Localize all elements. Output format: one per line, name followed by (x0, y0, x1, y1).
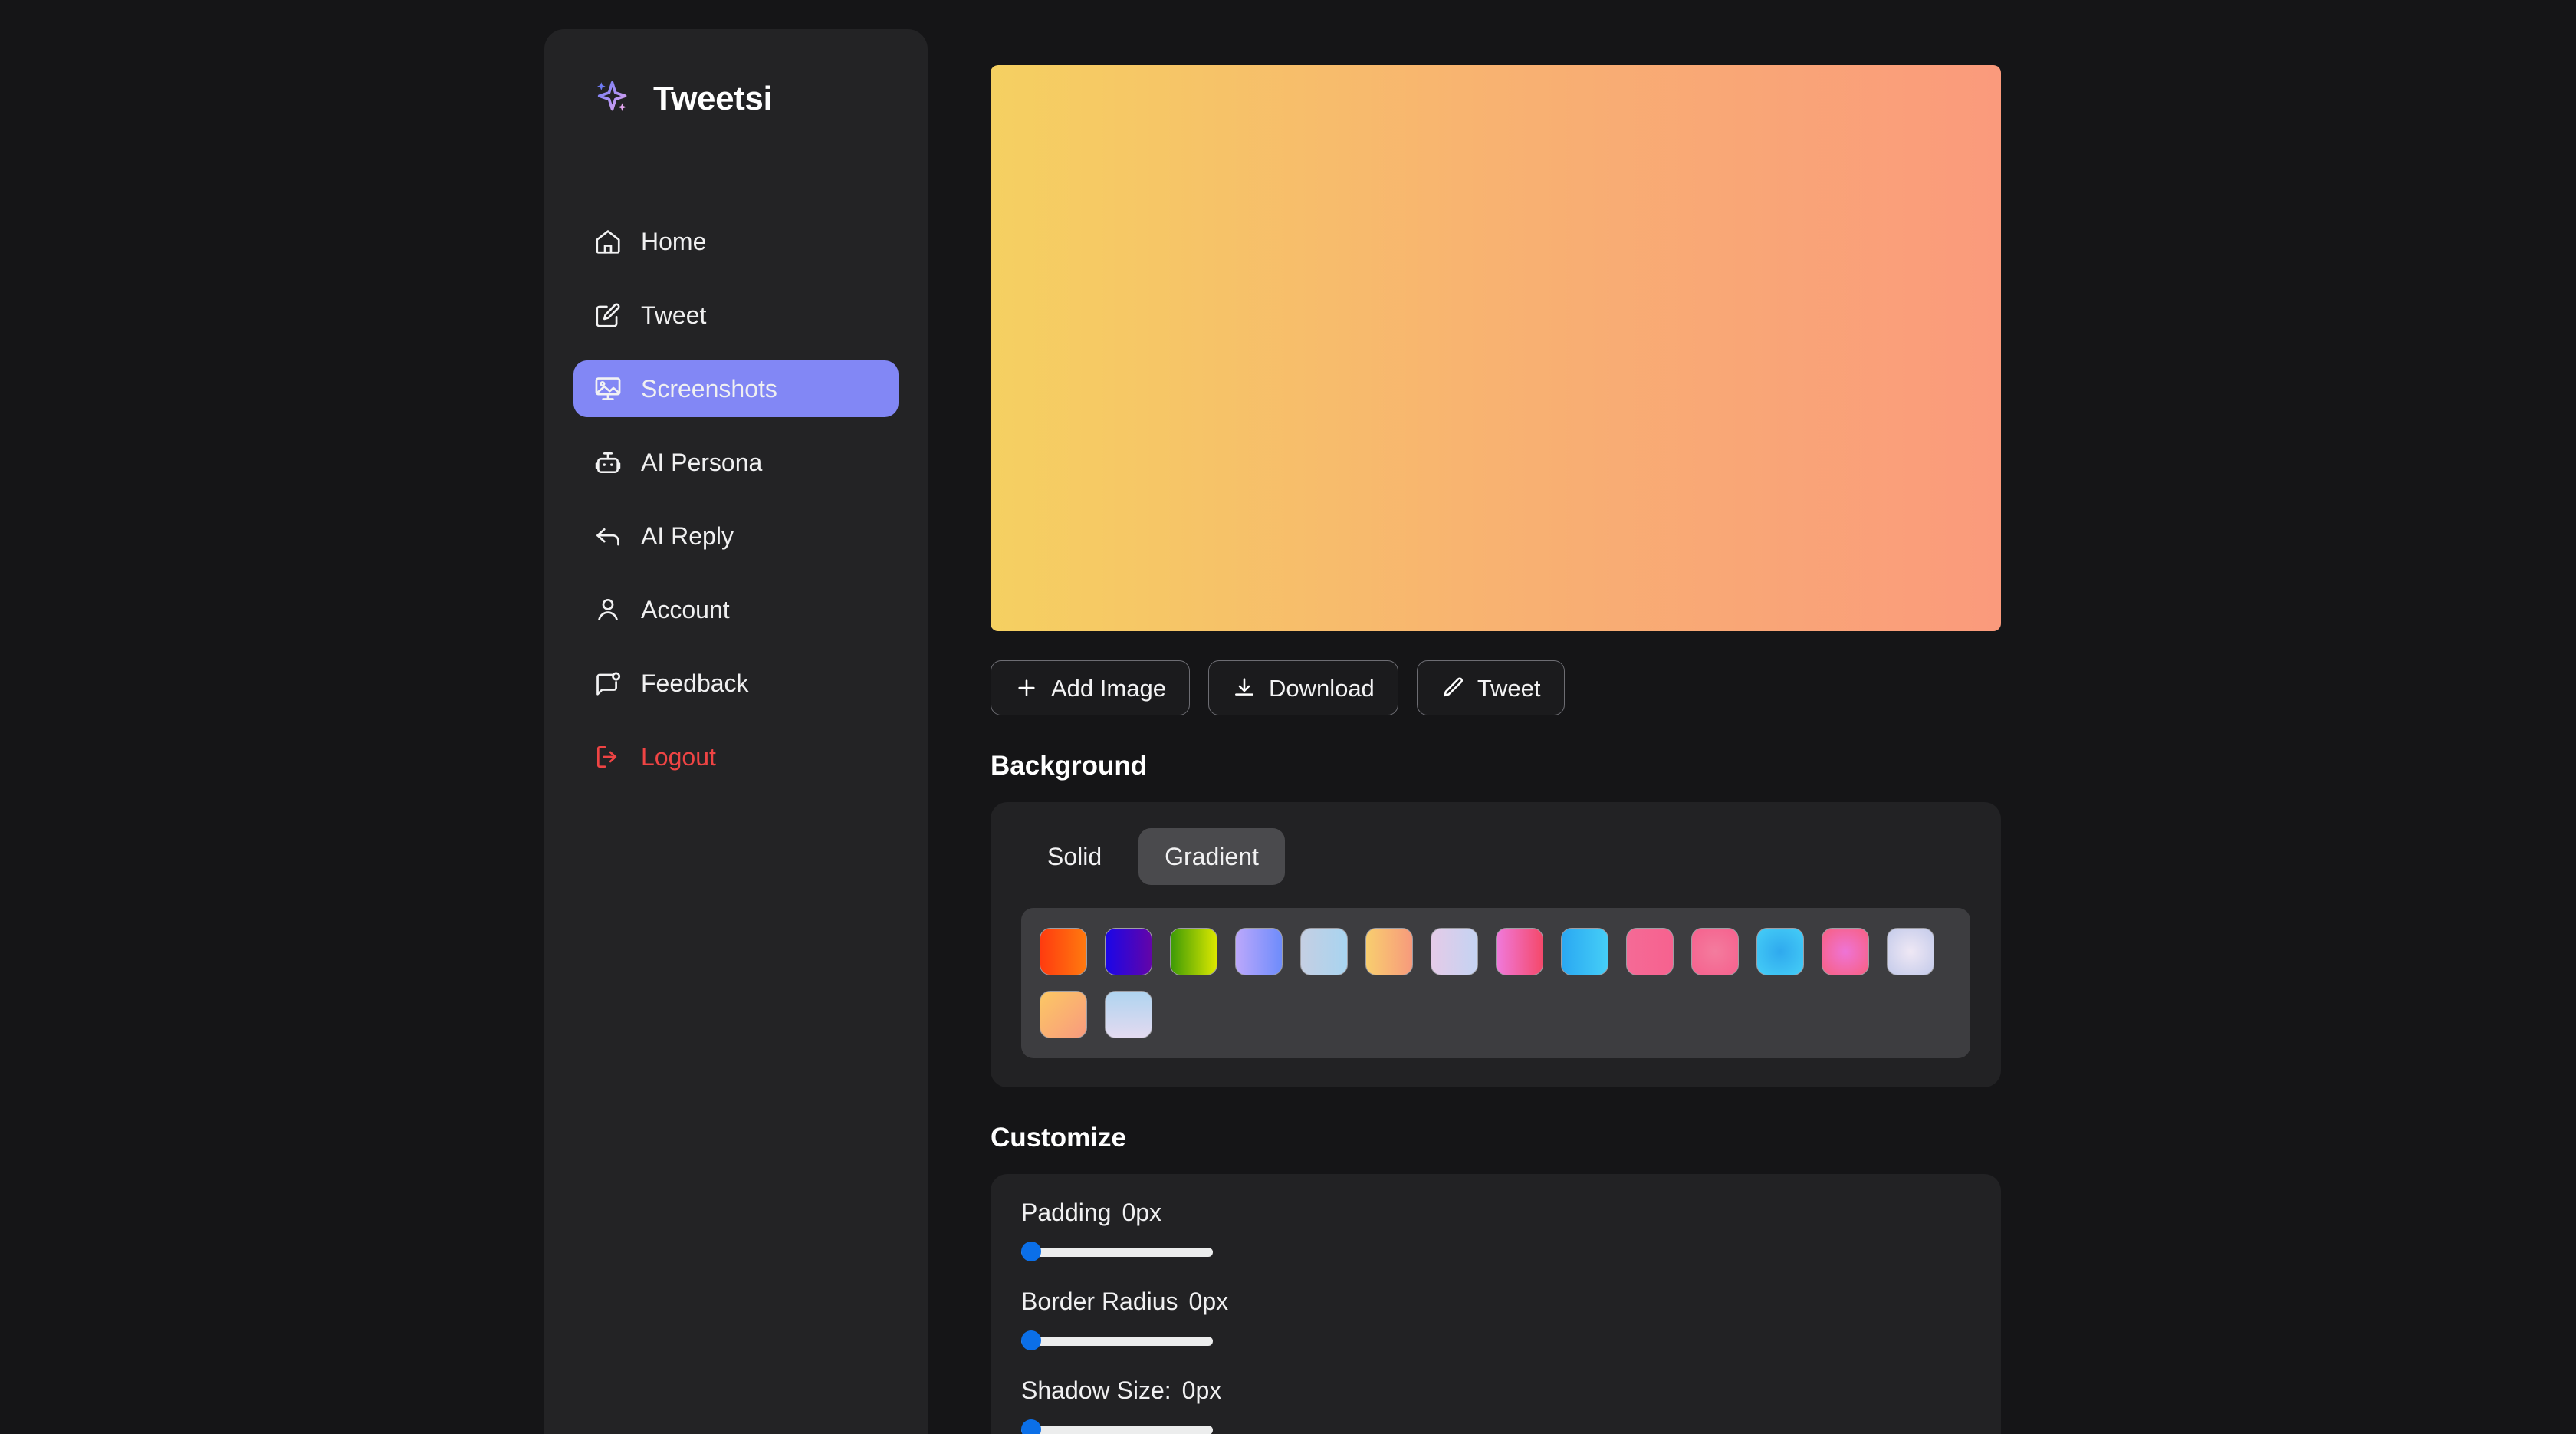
button-label: Add Image (1051, 676, 1166, 700)
border-radius-label: Border Radius 0px (1021, 1289, 1970, 1314)
slider-track (1021, 1337, 1213, 1346)
background-type-toggle: Solid Gradient (1021, 828, 1970, 885)
gradient-swatch[interactable] (1431, 928, 1478, 975)
sidebar-item-ai-persona[interactable]: AI Persona (573, 434, 899, 491)
download-button[interactable]: Download (1208, 660, 1398, 715)
background-section-title: Background (991, 752, 2010, 779)
gradient-swatch[interactable] (1235, 928, 1283, 975)
sidebar-item-home[interactable]: Home (573, 213, 899, 270)
home-icon (593, 227, 623, 256)
gradient-swatch[interactable] (1365, 928, 1413, 975)
sidebar-item-tweet[interactable]: Tweet (573, 287, 899, 344)
sidebar-item-account[interactable]: Account (573, 581, 899, 638)
sidebar-item-label: Account (641, 597, 730, 622)
sidebar-item-label: Home (641, 229, 706, 254)
button-label: Tweet (1477, 676, 1541, 700)
slider-thumb[interactable] (1021, 1330, 1041, 1350)
gradient-swatch[interactable] (1626, 928, 1674, 975)
border-radius-slider[interactable] (1021, 1330, 1213, 1350)
app-root: Tweetsi Home (0, 0, 2576, 1434)
brand-name: Tweetsi (653, 82, 772, 116)
sidebar-item-label: Feedback (641, 671, 749, 696)
gradient-swatch[interactable] (1887, 928, 1934, 975)
background-card: Solid Gradient (991, 802, 2001, 1087)
shadow-size-value: 0px (1182, 1378, 1222, 1403)
message-dot-icon (593, 669, 623, 698)
sidebar-item-label: AI Reply (641, 524, 734, 548)
sidebar-nav: Home Tweet (544, 213, 928, 785)
padding-label: Padding 0px (1021, 1200, 1970, 1225)
user-icon (593, 595, 623, 624)
shadow-size-label: Shadow Size: 0px (1021, 1378, 1970, 1403)
gradient-swatch[interactable] (1822, 928, 1869, 975)
gradient-swatch[interactable] (1105, 928, 1152, 975)
slider-thumb[interactable] (1021, 1242, 1041, 1261)
sidebar: Tweetsi Home (544, 29, 928, 1434)
border-radius-slider-group: Border Radius 0px (1021, 1289, 1970, 1350)
reply-arrow-icon (593, 521, 623, 551)
button-label: Download (1269, 676, 1375, 700)
padding-value: 0px (1122, 1200, 1162, 1225)
sidebar-item-label: AI Persona (641, 450, 762, 475)
shadow-size-slider-group: Shadow Size: 0px (1021, 1378, 1970, 1434)
shadow-size-slider[interactable] (1021, 1419, 1213, 1434)
gradient-swatch[interactable] (1756, 928, 1804, 975)
background-type-gradient[interactable]: Gradient (1138, 828, 1285, 885)
image-monitor-icon (593, 374, 623, 403)
logout-icon (593, 742, 623, 771)
add-image-button[interactable]: Add Image (991, 660, 1190, 715)
sidebar-item-label: Screenshots (641, 377, 777, 401)
gradient-swatch[interactable] (1040, 991, 1087, 1038)
slider-track (1021, 1248, 1213, 1257)
edit-square-icon (593, 301, 623, 330)
gradient-swatch[interactable] (1300, 928, 1348, 975)
sidebar-item-screenshots[interactable]: Screenshots (573, 360, 899, 417)
sparkles-icon (592, 77, 636, 121)
gradient-swatch[interactable] (1105, 991, 1152, 1038)
gradient-swatch[interactable] (1691, 928, 1739, 975)
action-button-row: Add Image Download Twe (991, 660, 2010, 715)
plus-icon (1014, 676, 1039, 700)
gradient-swatch[interactable] (1040, 928, 1087, 975)
gradient-swatch[interactable] (1561, 928, 1608, 975)
customize-card: Padding 0px Border Radius 0px (991, 1174, 2001, 1434)
gradient-swatch[interactable] (1496, 928, 1543, 975)
download-icon (1232, 676, 1257, 700)
main-content: Add Image Download Twe (991, 0, 2010, 1434)
padding-slider-group: Padding 0px (1021, 1200, 1970, 1261)
shadow-size-label-text: Shadow Size: (1021, 1378, 1171, 1403)
gradient-swatch[interactable] (1170, 928, 1217, 975)
robot-icon (593, 448, 623, 477)
screenshot-preview[interactable] (991, 65, 2001, 631)
slider-track (1021, 1426, 1213, 1434)
sidebar-item-label: Tweet (641, 303, 706, 327)
sidebar-item-ai-reply[interactable]: AI Reply (573, 508, 899, 564)
slider-thumb[interactable] (1021, 1419, 1041, 1434)
tweet-button[interactable]: Tweet (1417, 660, 1565, 715)
border-radius-label-text: Border Radius (1021, 1289, 1178, 1314)
customize-section-title: Customize (991, 1124, 2010, 1151)
gradient-swatch-panel (1021, 908, 1970, 1058)
sidebar-item-feedback[interactable]: Feedback (573, 655, 899, 712)
sidebar-item-logout[interactable]: Logout (573, 729, 899, 785)
sidebar-item-label: Logout (641, 745, 716, 769)
brand: Tweetsi (544, 29, 928, 121)
padding-slider[interactable] (1021, 1242, 1213, 1261)
pencil-icon (1441, 676, 1465, 700)
background-type-solid[interactable]: Solid (1021, 828, 1128, 885)
padding-label-text: Padding (1021, 1200, 1111, 1225)
border-radius-value: 0px (1189, 1289, 1229, 1314)
